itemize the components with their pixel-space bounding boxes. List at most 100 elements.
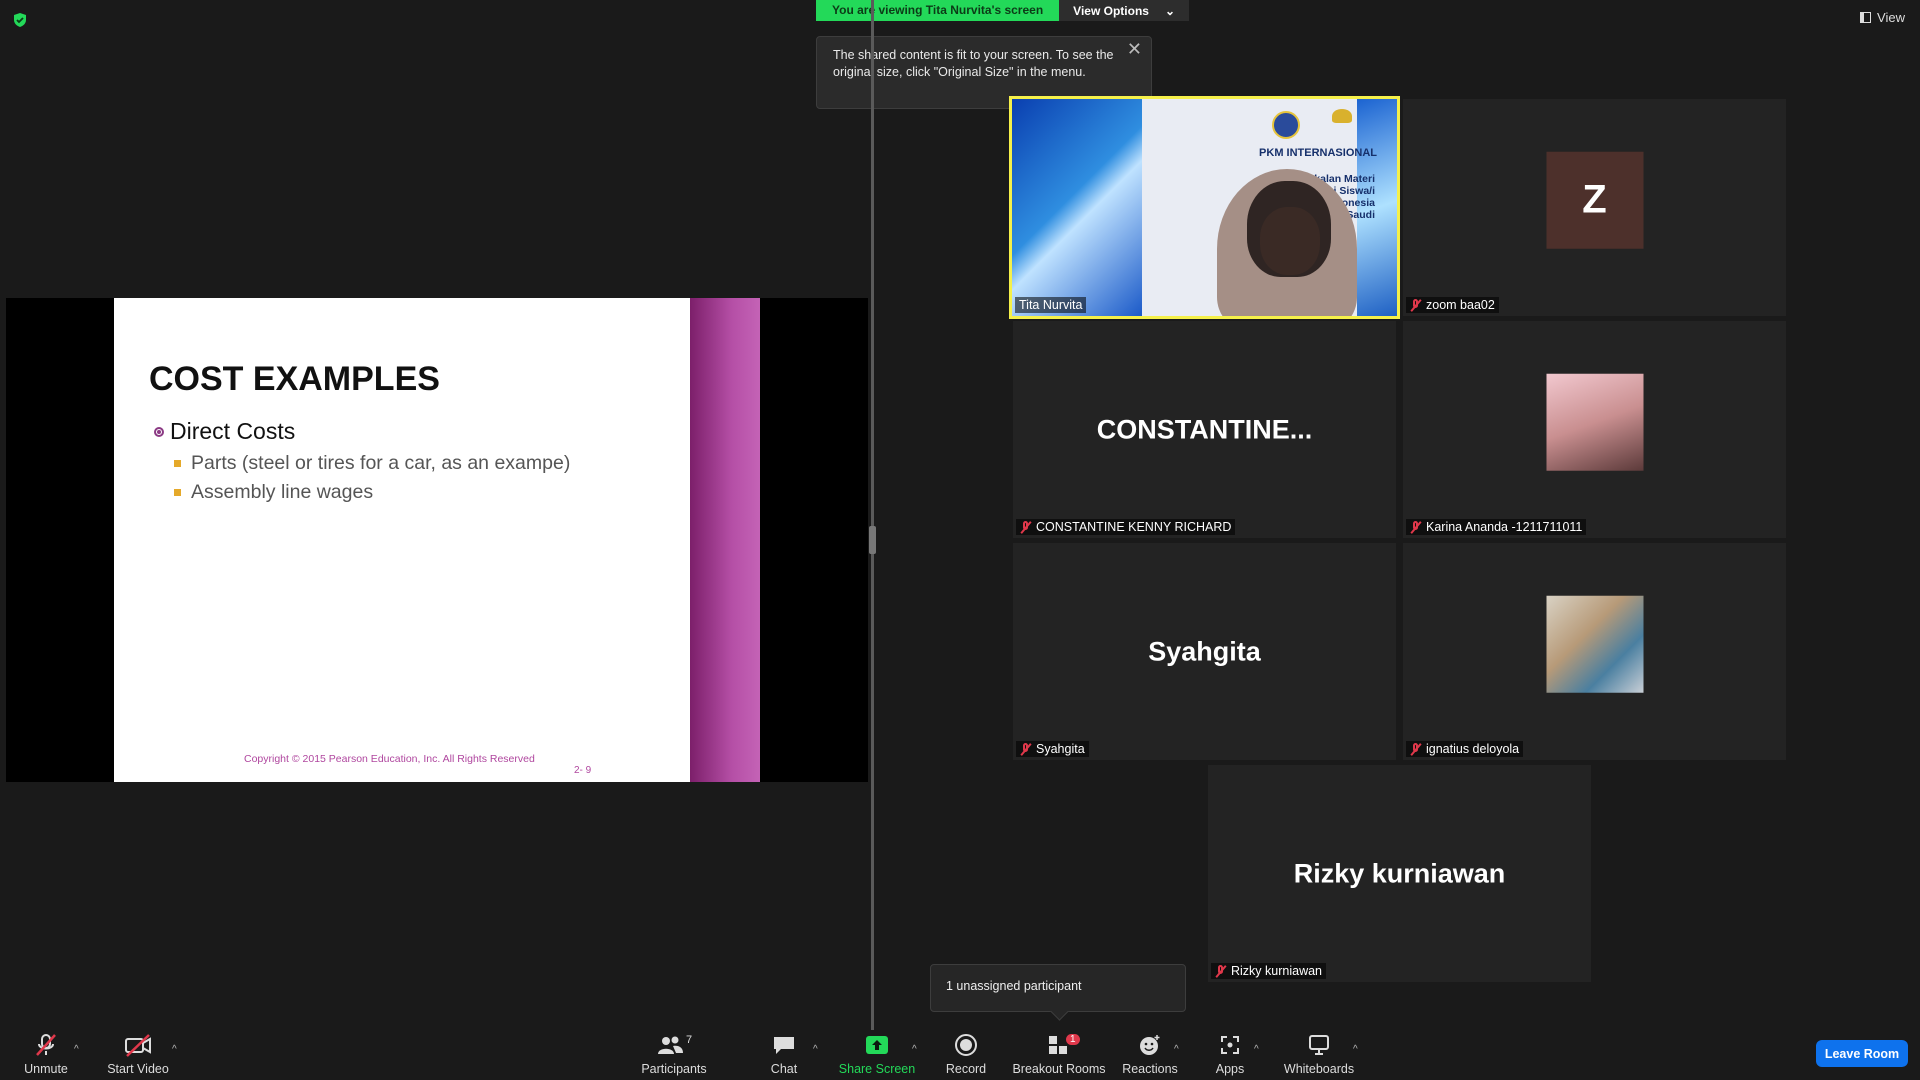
- slide-sub-bullet: Parts (steel or tires for a car, as an e…: [174, 452, 570, 475]
- slide-sub-bullet-text: Assembly line wages: [191, 481, 374, 503]
- participant-name: Rizky kurniawan: [1231, 964, 1323, 978]
- apps-button[interactable]: Apps: [1184, 1032, 1276, 1076]
- view-menu-button[interactable]: View: [1860, 10, 1905, 25]
- profile-photo: [1546, 595, 1643, 693]
- profile-photo: [1546, 373, 1643, 471]
- participant-name: zoom baa02: [1426, 298, 1495, 312]
- apps-options-caret-icon[interactable]: ^: [1254, 1044, 1259, 1055]
- chat-bubble-icon: [774, 1037, 794, 1054]
- slide-page-number: 2- 9: [574, 765, 592, 776]
- participants-icon: [657, 1036, 683, 1054]
- slide-title: COST EXAMPLES: [149, 360, 440, 398]
- muted-mic-icon: [1410, 298, 1422, 312]
- institution-logo-icon: [1272, 111, 1300, 139]
- participant-name: Tita Nurvita: [1019, 298, 1083, 312]
- participant-tile[interactable]: Karina Ananda -1211711011: [1403, 321, 1786, 538]
- avatar: Z: [1546, 151, 1643, 249]
- participant-tile[interactable]: ignatius deloyola: [1403, 543, 1786, 760]
- reactions-label: Reactions: [1122, 1062, 1178, 1076]
- tooltip-text: The shared content is fit to your screen…: [833, 48, 1114, 79]
- participant-name-tag: Syahgita: [1016, 741, 1089, 757]
- whiteboard-icon: [1309, 1035, 1329, 1055]
- meeting-toolbar: Unmute ^ Start Video ^ 7 Participants Ch…: [0, 1030, 1920, 1080]
- breakout-badge: 1: [1066, 1034, 1080, 1045]
- whiteboards-options-caret-icon[interactable]: ^: [1353, 1044, 1358, 1055]
- view-options-label: View Options: [1073, 3, 1149, 18]
- participant-name-tag: Tita Nurvita: [1015, 297, 1087, 313]
- whiteboards-button[interactable]: Whiteboards: [1272, 1032, 1366, 1076]
- participants-count: 7: [685, 1034, 693, 1046]
- whiteboards-label: Whiteboards: [1283, 1062, 1355, 1076]
- square-bullet-icon: [174, 460, 181, 467]
- participant-tile[interactable]: Z zoom baa02: [1403, 99, 1786, 316]
- muted-mic-icon: [1410, 520, 1422, 534]
- slide-bullet: Direct Costs: [154, 418, 295, 445]
- slide-bullet-text: Direct Costs: [170, 418, 296, 444]
- start-video-label: Start Video: [107, 1062, 169, 1076]
- video-off-icon: [125, 1034, 151, 1057]
- slide-sub-bullet: Assembly line wages: [174, 481, 373, 504]
- record-label: Record: [945, 1062, 987, 1076]
- shared-screen[interactable]: COST EXAMPLES Direct Costs Parts (steel …: [6, 298, 868, 782]
- presentation-slide: COST EXAMPLES Direct Costs Parts (steel …: [114, 298, 690, 782]
- split-divider[interactable]: [871, 0, 874, 1030]
- share-screen-button[interactable]: Share Screen: [831, 1032, 923, 1076]
- participant-tile[interactable]: CONSTANTINE... CONSTANTINE KENNY RICHARD: [1013, 321, 1396, 538]
- share-screen-icon: [866, 1036, 888, 1054]
- divider-drag-handle[interactable]: [869, 526, 876, 554]
- security-shield-icon[interactable]: [12, 12, 28, 28]
- start-video-button[interactable]: Start Video: [92, 1032, 184, 1076]
- muted-mic-icon: [1020, 520, 1032, 534]
- unassigned-participant-tooltip: 1 unassigned participant: [930, 964, 1186, 1012]
- participant-name: Karina Ananda -1211711011: [1426, 520, 1583, 534]
- muted-mic-icon: [1215, 964, 1227, 978]
- participant-name-tag: CONSTANTINE KENNY RICHARD: [1016, 519, 1236, 535]
- share-screen-label: Share Screen: [838, 1062, 916, 1076]
- participant-display-name: CONSTANTINE...: [1096, 414, 1313, 444]
- participant-tile[interactable]: Syahgita Syahgita: [1013, 543, 1396, 760]
- share-options-caret-icon[interactable]: ^: [912, 1044, 917, 1055]
- reactions-smiley-icon: [1140, 1035, 1160, 1055]
- participant-face: [1260, 207, 1320, 275]
- slide-copyright: Copyright © 2015 Pearson Education, Inc.…: [244, 753, 535, 765]
- reactions-button[interactable]: Reactions: [1104, 1032, 1196, 1076]
- grid-view-icon: [1860, 12, 1872, 23]
- apps-icon: [1221, 1036, 1239, 1054]
- tooltip-text: 1 unassigned participant: [946, 979, 1082, 993]
- virtual-background-graphic: [1012, 99, 1142, 316]
- viewing-screen-label: You are viewing Tita Nurvita's screen: [816, 0, 1060, 21]
- audio-options-caret-icon[interactable]: ^: [74, 1044, 79, 1055]
- participant-name-tag: zoom baa02: [1406, 297, 1499, 313]
- view-options-button[interactable]: View Options ⌄: [1059, 0, 1190, 21]
- close-icon[interactable]: ✕: [1127, 40, 1142, 58]
- participant-name-tag: Rizky kurniawan: [1211, 963, 1327, 979]
- chat-options-caret-icon[interactable]: ^: [813, 1044, 818, 1055]
- breakout-rooms-button[interactable]: 1 Breakout Rooms: [1012, 1032, 1106, 1076]
- record-icon: [955, 1034, 977, 1056]
- reactions-options-caret-icon[interactable]: ^: [1174, 1044, 1179, 1055]
- chevron-down-icon: ⌄: [1164, 3, 1176, 18]
- record-button[interactable]: Record: [920, 1032, 1012, 1076]
- participant-name: Syahgita: [1036, 742, 1085, 756]
- apps-label: Apps: [1215, 1062, 1245, 1076]
- square-bullet-icon: [174, 489, 181, 496]
- muted-mic-icon: [1020, 742, 1032, 756]
- chat-label: Chat: [770, 1062, 798, 1076]
- participant-tile-active-speaker[interactable]: PKM INTERNASIONAL Pembekalan Materi Bagi…: [1009, 96, 1400, 319]
- bullet-icon: [154, 426, 164, 437]
- participant-name-tag: ignatius deloyola: [1406, 741, 1524, 757]
- slide-side-bar: [690, 298, 760, 782]
- participant-tile[interactable]: Rizky kurniawan Rizky kurniawan: [1208, 765, 1591, 982]
- video-options-caret-icon[interactable]: ^: [172, 1044, 177, 1055]
- participants-button[interactable]: 7 Participants: [628, 1032, 720, 1076]
- participant-name: CONSTANTINE KENNY RICHARD: [1036, 520, 1232, 534]
- slide-sub-bullet-text: Parts (steel or tires for a car, as an e…: [191, 452, 571, 474]
- participant-name: ignatius deloyola: [1426, 742, 1520, 756]
- participant-name-tag: Karina Ananda -1211711011: [1406, 519, 1587, 535]
- leave-room-button[interactable]: Leave Room: [1816, 1040, 1908, 1067]
- emblem-logo-icon: [1332, 109, 1352, 123]
- participants-label: Participants: [641, 1062, 707, 1076]
- muted-microphone-icon: [36, 1034, 56, 1056]
- muted-mic-icon: [1410, 742, 1422, 756]
- participant-display-name: Syahgita: [1148, 636, 1261, 666]
